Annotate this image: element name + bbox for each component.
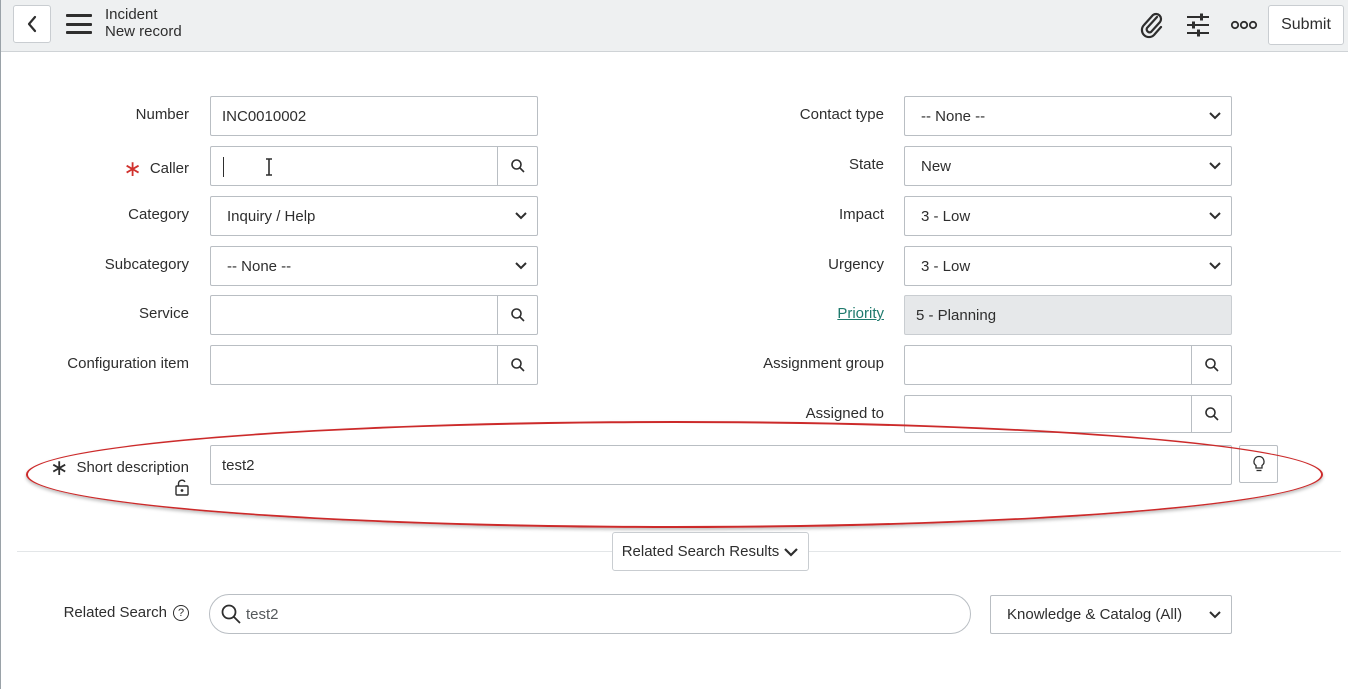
state-value: New (921, 157, 952, 175)
impact-label: Impact (838, 206, 884, 223)
chevron-down-icon (1209, 212, 1221, 220)
caller-lookup-button[interactable] (497, 147, 537, 185)
caller-field[interactable] (210, 146, 538, 186)
record-title: Incident New record (105, 6, 182, 40)
short-description-label-text: Short description (76, 459, 189, 476)
category-value: Inquiry / Help (227, 207, 316, 225)
caller-label-text: Caller (149, 160, 189, 177)
lightbulb-icon (1252, 455, 1265, 472)
service-field[interactable] (210, 295, 538, 335)
chevron-down-icon (1209, 162, 1221, 170)
help-icon[interactable]: ? (173, 605, 189, 621)
short-description-label: ∗ Short description (50, 455, 189, 481)
caller-label: ∗ Caller (123, 156, 189, 182)
assigned-to-field[interactable] (904, 395, 1232, 433)
search-scope-value: Knowledge & Catalog (All) (1007, 606, 1183, 623)
urgency-value: 3 - Low (921, 257, 971, 275)
impact-select[interactable]: 3 - Low (904, 196, 1232, 236)
assigned-to-label: Assigned to (805, 405, 884, 422)
paperclip-icon (1140, 12, 1163, 39)
number-field[interactable]: INC0010002 (210, 96, 538, 136)
category-label: Category (128, 206, 189, 223)
chevron-down-icon (515, 262, 527, 270)
priority-link[interactable]: Priority (837, 305, 884, 322)
i-beam-cursor-icon (266, 158, 272, 176)
assignment-group-field[interactable] (904, 345, 1232, 385)
contact-type-label: Contact type (799, 106, 884, 123)
search-icon (1204, 358, 1219, 372)
back-chevron-icon (27, 15, 37, 33)
configuration-item-field[interactable] (210, 345, 538, 385)
menu-icon[interactable] (65, 12, 93, 36)
form-header: Incident New record Submit (1, 0, 1348, 52)
contact-type-value: -- None -- (921, 107, 986, 125)
required-star-icon: ∗ (123, 156, 142, 181)
impact-value: 3 - Low (921, 207, 971, 225)
more-options-button[interactable] (1229, 10, 1259, 40)
table-title: Incident (105, 6, 158, 23)
service-lookup-button[interactable] (497, 296, 537, 334)
required-star-icon: ∗ (50, 455, 69, 480)
search-icon (510, 308, 525, 322)
short-description-field[interactable]: test2 (210, 445, 1232, 485)
related-search-results-toggle[interactable]: Related Search Results (612, 532, 809, 571)
subcategory-select[interactable]: -- None -- (210, 246, 538, 286)
suggestion-button[interactable] (1239, 445, 1278, 483)
urgency-label: Urgency (828, 256, 884, 273)
chevron-down-icon (1209, 611, 1221, 619)
search-icon (221, 604, 241, 624)
search-scope-select[interactable]: Knowledge & Catalog (All) (990, 595, 1232, 634)
priority-field: 5 - Planning (904, 295, 1232, 335)
configuration-item-label: Configuration item (67, 355, 189, 372)
contact-type-select[interactable]: -- None -- (904, 96, 1232, 136)
back-button[interactable] (13, 5, 51, 43)
urgency-select[interactable]: 3 - Low (904, 246, 1232, 286)
subcategory-value: -- None -- (227, 257, 292, 275)
chevron-down-icon (515, 212, 527, 220)
service-label: Service (138, 305, 189, 322)
search-icon (510, 358, 525, 372)
configuration-item-lookup-button[interactable] (497, 346, 537, 384)
more-options-icon (1230, 20, 1258, 30)
record-subtitle: New record (105, 23, 182, 40)
assigned-to-lookup-button[interactable] (1191, 396, 1231, 432)
chevron-down-icon (784, 547, 799, 557)
search-icon (1204, 407, 1219, 421)
state-select[interactable]: New (904, 146, 1232, 186)
assignment-group-label: Assignment group (763, 355, 884, 372)
submit-button[interactable]: Submit (1268, 5, 1344, 45)
number-label: Number (135, 106, 189, 123)
related-search-input[interactable]: test2 (209, 594, 971, 634)
app-frame: Incident New record Submit Number INC001… (0, 0, 1348, 689)
search-icon (510, 159, 525, 173)
text-cursor (223, 157, 224, 177)
number-value: INC0010002 (222, 107, 307, 125)
state-label: State (848, 156, 884, 173)
chevron-down-icon (1209, 262, 1221, 270)
personalize-form-button[interactable] (1183, 10, 1213, 40)
assignment-group-lookup-button[interactable] (1191, 346, 1231, 384)
related-search-results-label: Related Search Results (621, 543, 780, 560)
unlock-icon[interactable] (174, 479, 190, 496)
settings-sliders-icon (1187, 13, 1209, 37)
short-description-value: test2 (222, 456, 255, 474)
attachment-button[interactable] (1137, 10, 1167, 40)
chevron-down-icon (1209, 112, 1221, 120)
priority-value: 5 - Planning (916, 306, 997, 324)
related-search-label-text: Related Search (63, 604, 167, 621)
category-select[interactable]: Inquiry / Help (210, 196, 538, 236)
related-search-label: Related Search? (64, 604, 189, 621)
related-search-value: test2 (246, 605, 279, 623)
subcategory-label: Subcategory (104, 256, 189, 273)
